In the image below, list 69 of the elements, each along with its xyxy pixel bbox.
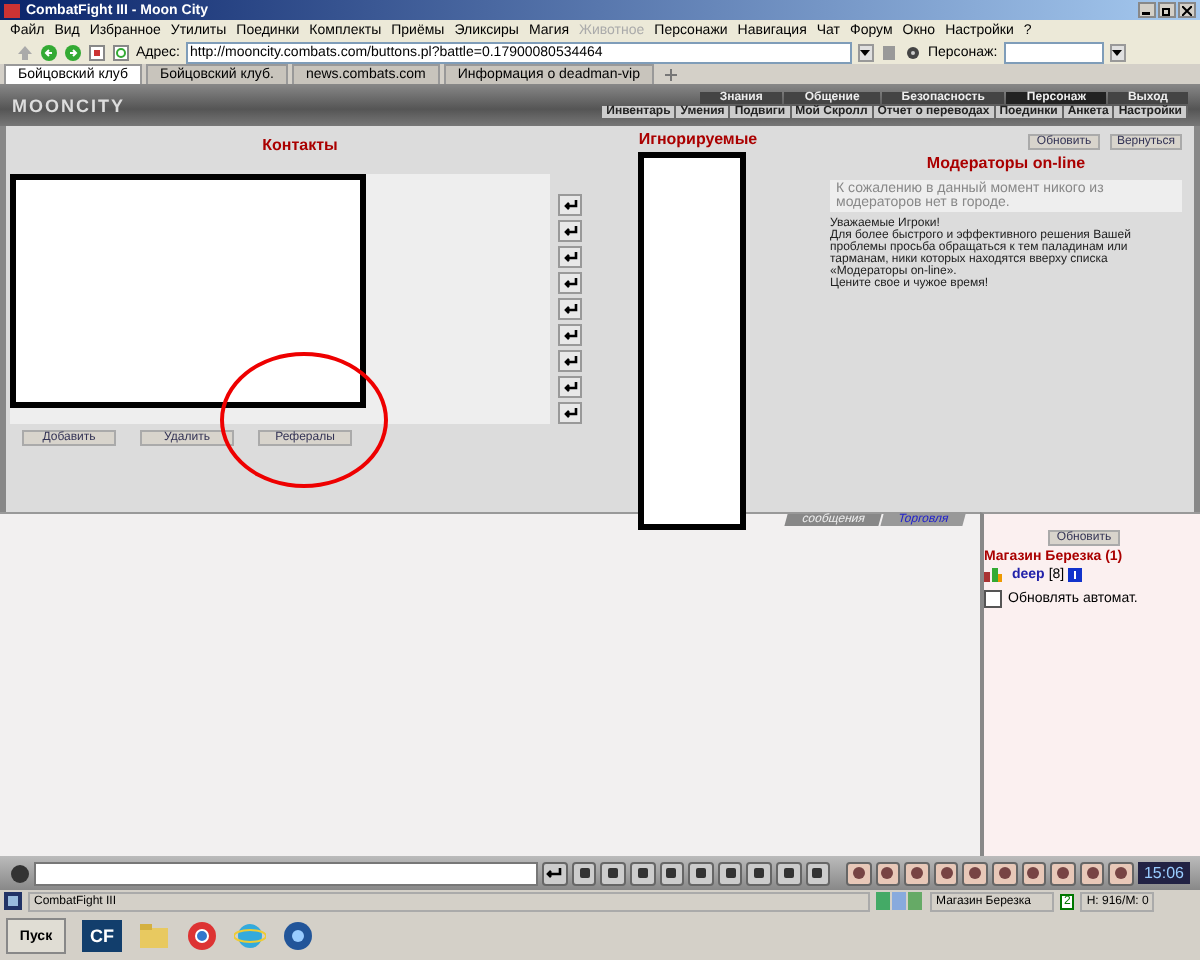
return-arrow-icon bbox=[563, 200, 577, 210]
close-icon bbox=[1182, 5, 1192, 15]
refresh-icon[interactable] bbox=[112, 44, 130, 62]
toolbar-button[interactable] bbox=[571, 861, 597, 885]
add-arrow-button[interactable] bbox=[558, 246, 582, 268]
info-icon[interactable] bbox=[1068, 567, 1083, 581]
toolbar-button[interactable] bbox=[1050, 861, 1076, 885]
toolbar-button[interactable] bbox=[991, 861, 1018, 885]
toolbar-button[interactable] bbox=[805, 861, 831, 885]
plus-icon[interactable] bbox=[664, 68, 678, 82]
toolbar-button[interactable] bbox=[1108, 861, 1134, 885]
taskbar-app[interactable]: CF bbox=[82, 920, 122, 952]
toolbar-button[interactable] bbox=[717, 861, 743, 885]
forward-button-icon[interactable] bbox=[64, 44, 82, 62]
add-arrow-button[interactable] bbox=[558, 376, 582, 398]
add-arrow-button[interactable] bbox=[558, 350, 582, 372]
dropdown-button[interactable] bbox=[1109, 44, 1126, 62]
moderators-title: Модераторы on-line bbox=[924, 154, 1088, 172]
return-arrow-icon bbox=[563, 278, 577, 288]
add-arrow-button[interactable] bbox=[558, 194, 582, 216]
return-arrow-icon bbox=[563, 304, 577, 314]
add-arrow-button[interactable] bbox=[558, 402, 582, 424]
toolbar-button[interactable] bbox=[659, 861, 685, 885]
close-button[interactable] bbox=[1178, 2, 1196, 18]
return-arrow-icon bbox=[563, 382, 577, 392]
return-arrow-icon bbox=[563, 330, 577, 340]
toolbar-button[interactable] bbox=[933, 861, 959, 885]
ignored-title: Игнорируемые bbox=[638, 130, 758, 148]
app-logo-icon bbox=[4, 3, 20, 17]
return-arrow-icon bbox=[563, 226, 577, 236]
toolbar-button[interactable] bbox=[775, 861, 801, 885]
toolbar-button[interactable] bbox=[600, 861, 626, 885]
return-arrow-icon bbox=[563, 408, 577, 418]
toolbar-button[interactable] bbox=[904, 861, 930, 885]
return-arrow-icon bbox=[563, 356, 577, 366]
browser-icon[interactable] bbox=[186, 920, 218, 952]
return-arrow-icon bbox=[546, 867, 563, 879]
add-arrow-button[interactable] bbox=[558, 220, 582, 242]
toolbar-button[interactable] bbox=[962, 861, 988, 885]
back-button-icon[interactable] bbox=[40, 44, 58, 62]
restore-button[interactable] bbox=[1158, 2, 1176, 18]
caret-icon bbox=[1112, 50, 1123, 56]
symbol-icon bbox=[1085, 866, 1099, 880]
checkbox[interactable] bbox=[984, 590, 1002, 608]
contacts-title: Контакты bbox=[260, 136, 340, 154]
game-logo: MOONCITY bbox=[12, 95, 125, 115]
toolbar-button[interactable] bbox=[845, 861, 872, 885]
minimize-button[interactable] bbox=[1138, 2, 1156, 18]
add-arrow-button[interactable] bbox=[558, 298, 582, 320]
toolbar-button[interactable] bbox=[1079, 861, 1105, 885]
toolbar-button[interactable] bbox=[875, 861, 901, 885]
caret-icon bbox=[860, 50, 871, 56]
app-icon bbox=[4, 892, 22, 910]
toolbar-button[interactable] bbox=[746, 861, 772, 885]
character-field[interactable] bbox=[1003, 42, 1104, 64]
toolbar-button[interactable] bbox=[1021, 861, 1047, 885]
add-arrow-button[interactable] bbox=[558, 324, 582, 346]
chat-input[interactable] bbox=[33, 861, 539, 885]
toolbar-button[interactable] bbox=[629, 861, 656, 885]
return-arrow-icon bbox=[563, 252, 577, 262]
dropdown-button[interactable] bbox=[857, 44, 874, 62]
clock: 15:06 bbox=[1137, 862, 1190, 884]
restore-icon bbox=[1162, 5, 1172, 15]
media-icon[interactable] bbox=[282, 920, 314, 952]
add-arrow-button[interactable] bbox=[558, 272, 582, 294]
stop-icon[interactable] bbox=[88, 44, 106, 62]
send-button[interactable] bbox=[542, 861, 568, 885]
status-icons-drawing bbox=[876, 892, 924, 910]
toolbar-button[interactable] bbox=[688, 861, 714, 885]
